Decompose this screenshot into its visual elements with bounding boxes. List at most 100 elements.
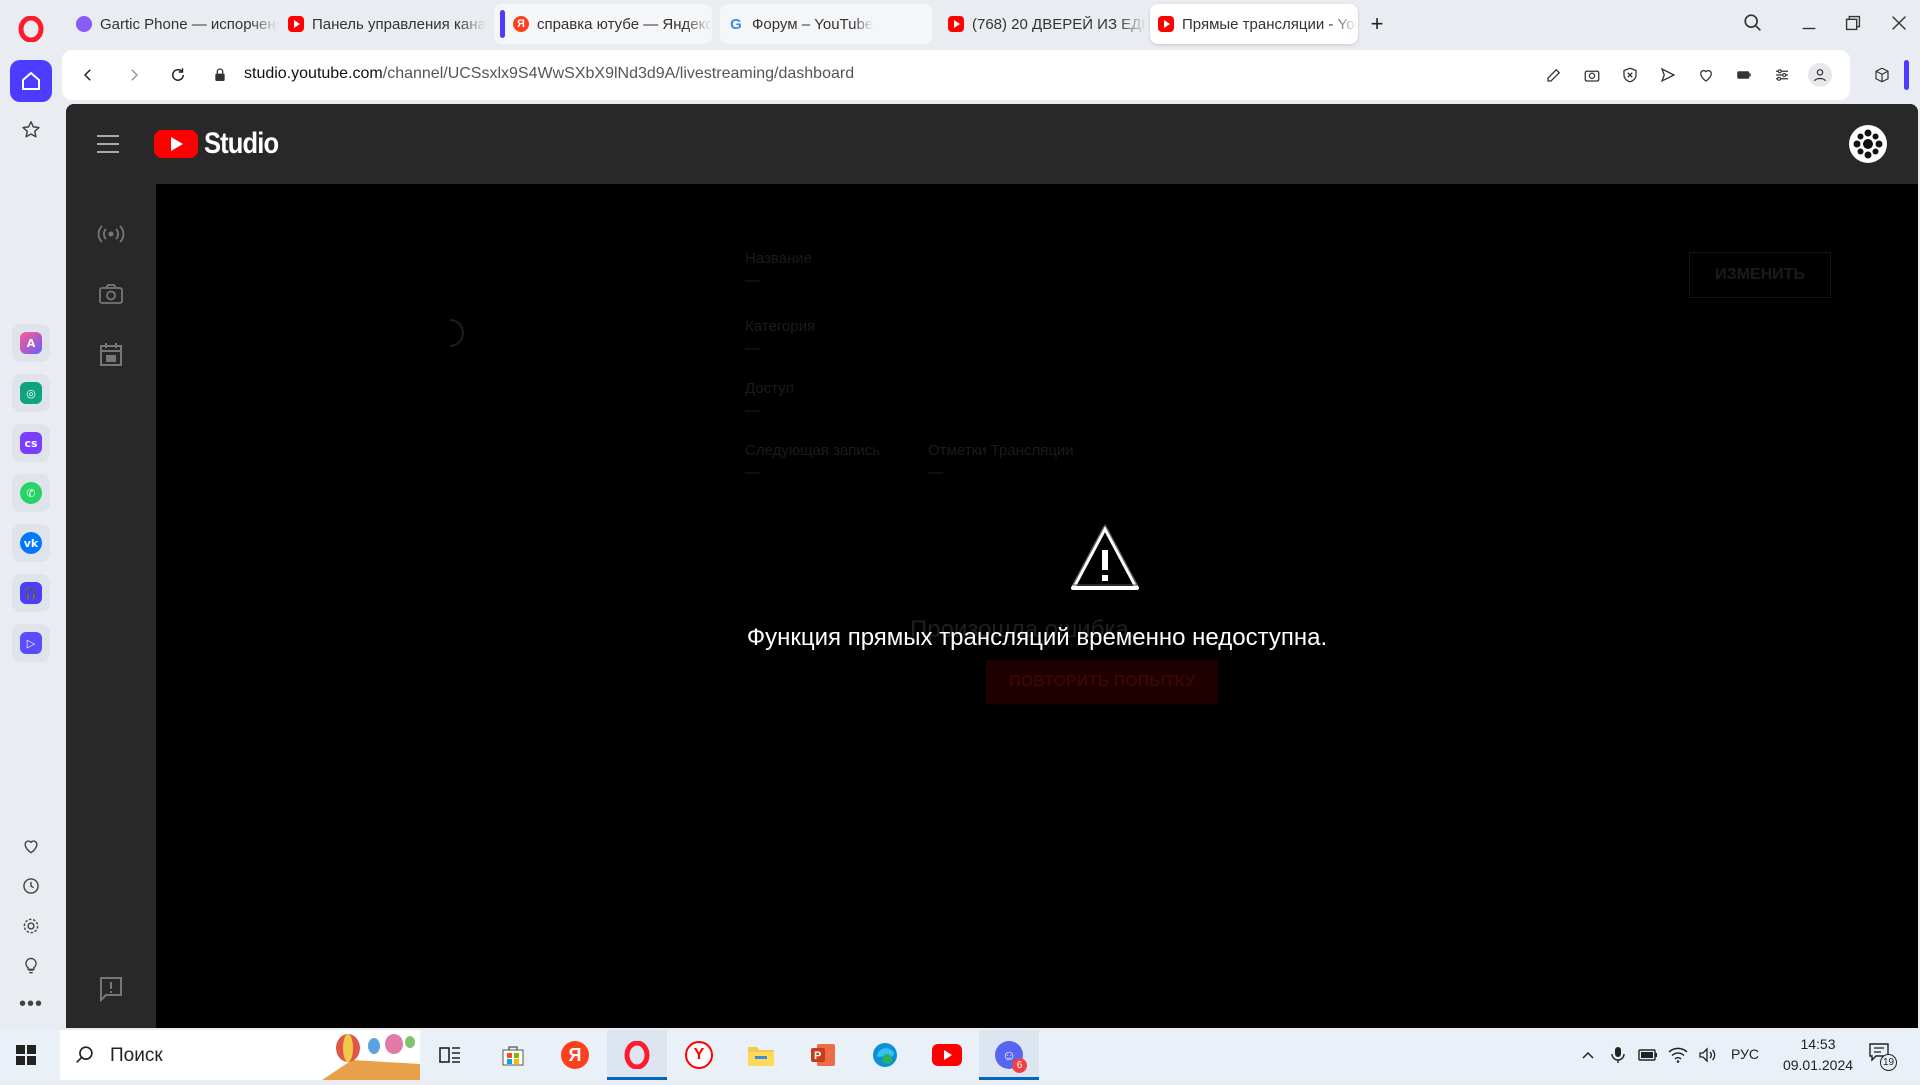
- easy-setup-icon[interactable]: [1770, 63, 1794, 87]
- tray-expand-chevron-icon[interactable]: [1576, 1043, 1600, 1067]
- feedback-icon[interactable]: [99, 976, 123, 1003]
- discord-taskbar-icon[interactable]: ☺ 6: [979, 1030, 1039, 1080]
- back-icon[interactable]: [76, 63, 100, 87]
- edge-icon[interactable]: [855, 1030, 915, 1080]
- warning-triangle-icon: [1070, 523, 1140, 594]
- opera-taskbar-icon[interactable]: [607, 1030, 667, 1080]
- battery-saver-icon[interactable]: [1732, 63, 1756, 87]
- home-button[interactable]: [10, 60, 52, 102]
- opera-sidebar: A ◎ cs ✆ vk 🎧 ▷ •••: [0, 0, 62, 1030]
- tab-label: Панель управления каналом: [312, 15, 486, 33]
- input-language[interactable]: РУС: [1731, 1046, 1759, 1062]
- camera-icon[interactable]: [1580, 63, 1604, 87]
- sidebar-app-aria[interactable]: A: [12, 324, 50, 362]
- file-explorer-icon[interactable]: [731, 1030, 791, 1080]
- taskbar-search-box[interactable]: Поиск: [60, 1030, 420, 1080]
- search-highlight-balloons-icon: [322, 1030, 420, 1080]
- tab-search-icon[interactable]: [1742, 12, 1766, 36]
- windows-taskbar: Поиск Я Y P ☺ 6 РУС 14:53 09.01.2024 19: [0, 1030, 1920, 1080]
- youtube-icon: [948, 16, 964, 32]
- tab-live-streaming[interactable]: Прямые трансляции - YouTube Studio: [1150, 4, 1358, 44]
- sidebar-app-music[interactable]: 🎧: [12, 574, 50, 612]
- sidebar-app-whatsapp[interactable]: ✆: [12, 474, 50, 512]
- notifications-icon[interactable]: 19: [1868, 1042, 1898, 1072]
- microphone-icon[interactable]: [1606, 1043, 1630, 1067]
- stream-broadcast-icon[interactable]: [97, 222, 125, 246]
- youtube-logo-icon: [154, 130, 198, 158]
- battery-icon[interactable]: [1636, 1043, 1660, 1067]
- studio-logo[interactable]: Studio: [154, 127, 291, 160]
- close-window-icon[interactable]: [1888, 12, 1912, 36]
- tab-island-indicator: [1904, 60, 1909, 90]
- svg-text:P: P: [814, 1050, 821, 1062]
- studio-dashboard: Название — Категория — Доступ — Следующа…: [156, 184, 1918, 1028]
- opera-logo-icon[interactable]: [16, 14, 46, 44]
- new-tab-plus-icon[interactable]: +: [1366, 11, 1388, 36]
- notification-count-badge: 19: [1880, 1054, 1897, 1071]
- vk-icon: vk: [20, 532, 42, 554]
- bookmarks-heart-icon[interactable]: [19, 834, 43, 858]
- history-clock-icon[interactable]: [19, 874, 43, 898]
- error-message: Функция прямых трансляций временно недос…: [746, 624, 1328, 651]
- youtube-taskbar-icon[interactable]: [917, 1030, 977, 1080]
- send-icon[interactable]: [1656, 63, 1680, 87]
- lightbulb-icon[interactable]: [19, 954, 43, 978]
- sidebar-app-cs[interactable]: cs: [12, 424, 50, 462]
- tab-yandex-search[interactable]: Я справка ютубе — Яндекс: [494, 4, 712, 44]
- loading-spinner-icon: [446, 318, 466, 348]
- search-placeholder: Поиск: [110, 1045, 163, 1066]
- heart-icon[interactable]: [1694, 63, 1718, 87]
- settings-gear-icon[interactable]: [19, 914, 43, 938]
- minimize-icon[interactable]: [1798, 12, 1822, 36]
- adblock-icon[interactable]: [1618, 63, 1642, 87]
- sidebar-app-flow[interactable]: ▷: [12, 624, 50, 662]
- clock[interactable]: 14:53 09.01.2024: [1768, 1034, 1868, 1078]
- yandex-taskbar-icon[interactable]: Y: [669, 1030, 729, 1080]
- tab-channel-dashboard[interactable]: Панель управления каналом: [280, 4, 486, 44]
- youtube-icon: [288, 16, 304, 32]
- speed-dial-star-icon[interactable]: [19, 118, 43, 142]
- more-dots-icon[interactable]: •••: [19, 992, 43, 1016]
- menu-hamburger-icon[interactable]: [96, 134, 120, 154]
- tab-youtube-forum[interactable]: G Форум – YouTube: [720, 4, 932, 44]
- snapshot-edit-icon[interactable]: [1542, 63, 1566, 87]
- home-icon: [22, 72, 40, 90]
- tab-youtube-video[interactable]: (768) 20 ДВЕРЕЙ ИЗ ЕДЫ: [940, 4, 1146, 44]
- tab-gartic[interactable]: Gartic Phone — испорченный телефон: [68, 4, 278, 44]
- yandex-browser-icon[interactable]: Я: [545, 1030, 605, 1080]
- webcam-camera-icon[interactable]: [97, 282, 125, 306]
- edit-button[interactable]: ИЗМЕНИТЬ: [1689, 252, 1831, 298]
- my-flow-icon: ▷: [20, 632, 42, 654]
- wifi-icon[interactable]: [1666, 1043, 1690, 1067]
- powerpoint-icon[interactable]: P: [793, 1030, 853, 1080]
- ghost-category-label: Категория: [745, 318, 816, 335]
- aria-icon: A: [20, 332, 42, 354]
- ghost-access-label: Доступ: [745, 380, 794, 397]
- ghost-title-label: Название: [745, 250, 813, 267]
- discord-icon: ☺ 6: [995, 1041, 1027, 1073]
- account-avatar-icon[interactable]: [1848, 124, 1888, 164]
- ghost-field-a-value: —: [745, 464, 760, 481]
- search-icon: [74, 1044, 96, 1066]
- sidebar-app-vk[interactable]: vk: [12, 524, 50, 562]
- managed-calendar-icon[interactable]: [97, 340, 125, 368]
- studio-left-nav: [66, 184, 156, 1028]
- profile-icon[interactable]: [1808, 63, 1832, 87]
- lock-icon[interactable]: [208, 63, 232, 87]
- discord-badge: 6: [1012, 1058, 1027, 1073]
- restore-icon[interactable]: [1842, 12, 1866, 36]
- extensions-cube-icon[interactable]: [1870, 63, 1894, 87]
- reload-icon[interactable]: [166, 63, 190, 87]
- task-view-icon[interactable]: [420, 1030, 480, 1080]
- ghost-title-value: —: [745, 272, 760, 289]
- microsoft-store-icon[interactable]: [483, 1030, 543, 1080]
- whatsapp-icon: ✆: [20, 482, 42, 504]
- windows-start-icon[interactable]: [16, 1045, 36, 1065]
- retry-button[interactable]: ПОВТОРИТЬ ПОПЫТКУ: [986, 660, 1218, 704]
- url-text[interactable]: studio.youtube.com/channel/UCSsxlx9S4WwS…: [244, 65, 854, 83]
- volume-icon[interactable]: [1696, 1043, 1720, 1067]
- forward-icon[interactable]: [122, 63, 146, 87]
- tab-strip: Gartic Phone — испорченный телефон Панел…: [62, 0, 1920, 48]
- address-bar[interactable]: studio.youtube.com/channel/UCSsxlx9S4WwS…: [62, 50, 1850, 100]
- sidebar-app-chatgpt[interactable]: ◎: [12, 374, 50, 412]
